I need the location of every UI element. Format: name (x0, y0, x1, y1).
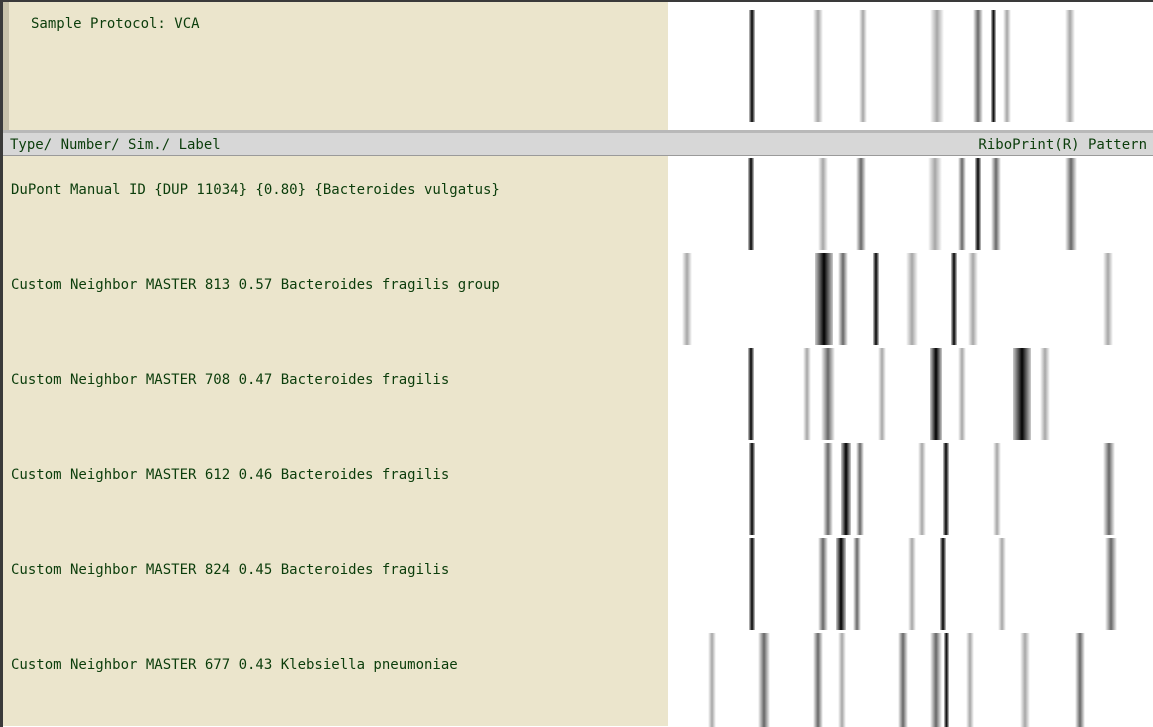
band (813, 10, 823, 122)
result-row[interactable]: Custom Neighbor MASTER 612 0.46 Bacteroi… (3, 441, 1153, 536)
result-rows: DuPont Manual ID {DUP 11034} {0.80} {Bac… (3, 156, 1153, 727)
band (975, 158, 981, 250)
band (749, 538, 755, 630)
row-riboprint-pattern (668, 536, 1153, 631)
band (930, 10, 944, 122)
band (758, 633, 770, 727)
row-label: Custom Neighbor MASTER 708 0.47 Bacteroi… (11, 372, 450, 388)
row-label-area: Custom Neighbor MASTER 824 0.45 Bacteroi… (3, 536, 668, 631)
result-row[interactable]: DuPont Manual ID {DUP 11034} {0.80} {Bac… (3, 156, 1153, 251)
row-riboprint-pattern (668, 631, 1153, 727)
sample-riboprint-pattern (668, 2, 1153, 130)
row-label-area: Custom Neighbor MASTER 813 0.57 Bacteroi… (3, 251, 668, 346)
band (998, 538, 1006, 630)
band (823, 443, 833, 535)
band (838, 633, 846, 727)
band (873, 253, 879, 345)
band (708, 633, 716, 727)
band (748, 158, 754, 250)
row-pattern-bands (748, 348, 1050, 440)
row-label-area: Custom Neighbor MASTER 708 0.47 Bacteroi… (3, 346, 668, 441)
band (838, 253, 848, 345)
band (898, 633, 908, 727)
band (841, 443, 851, 535)
band (1075, 633, 1085, 727)
sample-pattern-bands (749, 10, 1075, 122)
band (1013, 348, 1031, 440)
band (836, 538, 846, 630)
band (1020, 633, 1030, 727)
band (856, 443, 864, 535)
band (748, 348, 754, 440)
band (878, 348, 886, 440)
band (818, 158, 828, 250)
row-label: Custom Neighbor MASTER 612 0.46 Bacteroi… (11, 467, 450, 483)
band (1065, 10, 1075, 122)
row-label-area: DuPont Manual ID {DUP 11034} {0.80} {Bac… (3, 156, 668, 251)
row-pattern-bands (749, 443, 1115, 535)
row-label-area: Custom Neighbor MASTER 677 0.43 Klebsiel… (3, 631, 668, 726)
band (930, 633, 942, 727)
row-label-area: Custom Neighbor MASTER 612 0.46 Bacteroi… (3, 441, 668, 536)
band (749, 443, 755, 535)
band (859, 10, 867, 122)
band (1103, 443, 1115, 535)
row-riboprint-pattern (668, 346, 1153, 441)
band (815, 253, 833, 345)
row-pattern-bands (749, 538, 1117, 630)
band (944, 633, 949, 727)
band (818, 538, 828, 630)
band (1003, 10, 1011, 122)
band (856, 158, 866, 250)
band (1040, 348, 1050, 440)
row-pattern-bands (682, 253, 1113, 345)
result-row[interactable]: Custom Neighbor MASTER 677 0.43 Klebsiel… (3, 631, 1153, 727)
band (928, 158, 942, 250)
band (966, 633, 974, 727)
sample-protocol-label: Sample Protocol: VCA (31, 16, 200, 32)
band (1065, 158, 1077, 250)
band (991, 158, 1001, 250)
sample-panel: Sample Protocol: VCA (3, 2, 1153, 130)
row-label: Custom Neighbor MASTER 813 0.57 Bacteroi… (11, 277, 500, 293)
row-pattern-bands (708, 633, 1085, 727)
band (906, 253, 918, 345)
result-row[interactable]: Custom Neighbor MASTER 824 0.45 Bacteroi… (3, 536, 1153, 631)
band (908, 538, 916, 630)
band (958, 158, 966, 250)
row-riboprint-pattern (668, 251, 1153, 346)
band (951, 253, 957, 345)
band (968, 253, 978, 345)
band (821, 348, 835, 440)
band (943, 443, 949, 535)
row-label: Custom Neighbor MASTER 824 0.45 Bacteroi… (11, 562, 450, 578)
row-pattern-bands (748, 158, 1077, 250)
band (853, 538, 861, 630)
sample-label-area: Sample Protocol: VCA (3, 2, 668, 130)
band (1105, 538, 1117, 630)
band (1103, 253, 1113, 345)
column-header-riboprint-pattern: RiboPrint(R) Pattern (978, 137, 1147, 153)
column-header-bar: Type/ Number/ Sim./ Label RiboPrint(R) P… (3, 130, 1153, 156)
result-row[interactable]: Custom Neighbor MASTER 813 0.57 Bacteroi… (3, 251, 1153, 346)
row-label: DuPont Manual ID {DUP 11034} {0.80} {Bac… (11, 182, 500, 198)
band (993, 443, 1001, 535)
band (930, 348, 942, 440)
row-riboprint-pattern (668, 156, 1153, 251)
row-label: Custom Neighbor MASTER 677 0.43 Klebsiel… (11, 657, 458, 673)
band (682, 253, 692, 345)
band (918, 443, 926, 535)
column-header-type-number-sim-label: Type/ Number/ Sim./ Label (10, 137, 221, 153)
result-row[interactable]: Custom Neighbor MASTER 708 0.47 Bacteroi… (3, 346, 1153, 441)
band (973, 10, 983, 122)
band (813, 633, 823, 727)
row-riboprint-pattern (668, 441, 1153, 536)
band (940, 538, 946, 630)
band (803, 348, 811, 440)
band (749, 10, 755, 122)
band (958, 348, 966, 440)
band (991, 10, 996, 122)
